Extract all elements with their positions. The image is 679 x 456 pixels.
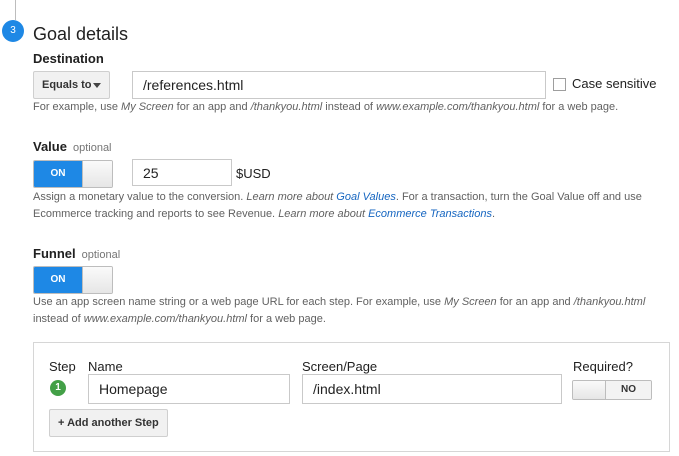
step-connector-line xyxy=(15,0,16,20)
case-sensitive-checkbox[interactable] xyxy=(553,78,566,91)
section-title: Goal details xyxy=(33,24,129,44)
value-optional-hint: optional xyxy=(72,142,112,154)
funnel-toggle[interactable]: ON xyxy=(33,266,113,294)
funnel-step-number: 1 xyxy=(50,380,66,396)
toggle-knob xyxy=(82,161,112,187)
chevron-down-icon xyxy=(93,83,101,88)
funnel-toggle-on: ON xyxy=(34,267,82,293)
toggle-knob xyxy=(82,267,112,293)
funnel-label: Funnel optional xyxy=(33,246,121,261)
ecommerce-transactions-link[interactable]: Ecommerce Transactions xyxy=(368,208,492,220)
funnel-help-text: Use an app screen name string or a web p… xyxy=(33,296,646,325)
value-help-text: Assign a monetary value to the conversio… xyxy=(33,191,642,220)
destination-help-text: For example, use My Screen for an app an… xyxy=(33,101,619,113)
toggle-knob xyxy=(573,381,606,399)
goal-values-link[interactable]: Goal Values xyxy=(336,191,396,203)
value-toggle-on: ON xyxy=(34,161,82,187)
currency-unit: $USD xyxy=(236,166,271,181)
column-header-required: Required? xyxy=(573,359,633,374)
destination-label: Destination xyxy=(33,51,104,66)
step-name-input[interactable] xyxy=(88,374,290,404)
value-label: Value optional xyxy=(33,139,112,154)
add-step-button[interactable]: + Add another Step xyxy=(49,409,168,437)
funnel-optional-hint: optional xyxy=(81,249,121,261)
value-amount-input[interactable] xyxy=(132,159,232,186)
step-number-badge: 3 xyxy=(2,20,24,42)
required-toggle[interactable]: NO xyxy=(572,380,652,400)
column-header-step: Step xyxy=(49,359,76,374)
column-header-name: Name xyxy=(88,359,123,374)
match-type-value: Equals to xyxy=(42,79,92,91)
case-sensitive-label: Case sensitive xyxy=(572,76,657,91)
step-screen-input[interactable] xyxy=(302,374,562,404)
match-type-dropdown[interactable]: Equals to xyxy=(33,71,110,99)
value-toggle[interactable]: ON xyxy=(33,160,113,188)
column-header-screen: Screen/Page xyxy=(302,359,378,374)
required-toggle-off: NO xyxy=(606,381,651,399)
destination-input[interactable] xyxy=(132,71,546,99)
